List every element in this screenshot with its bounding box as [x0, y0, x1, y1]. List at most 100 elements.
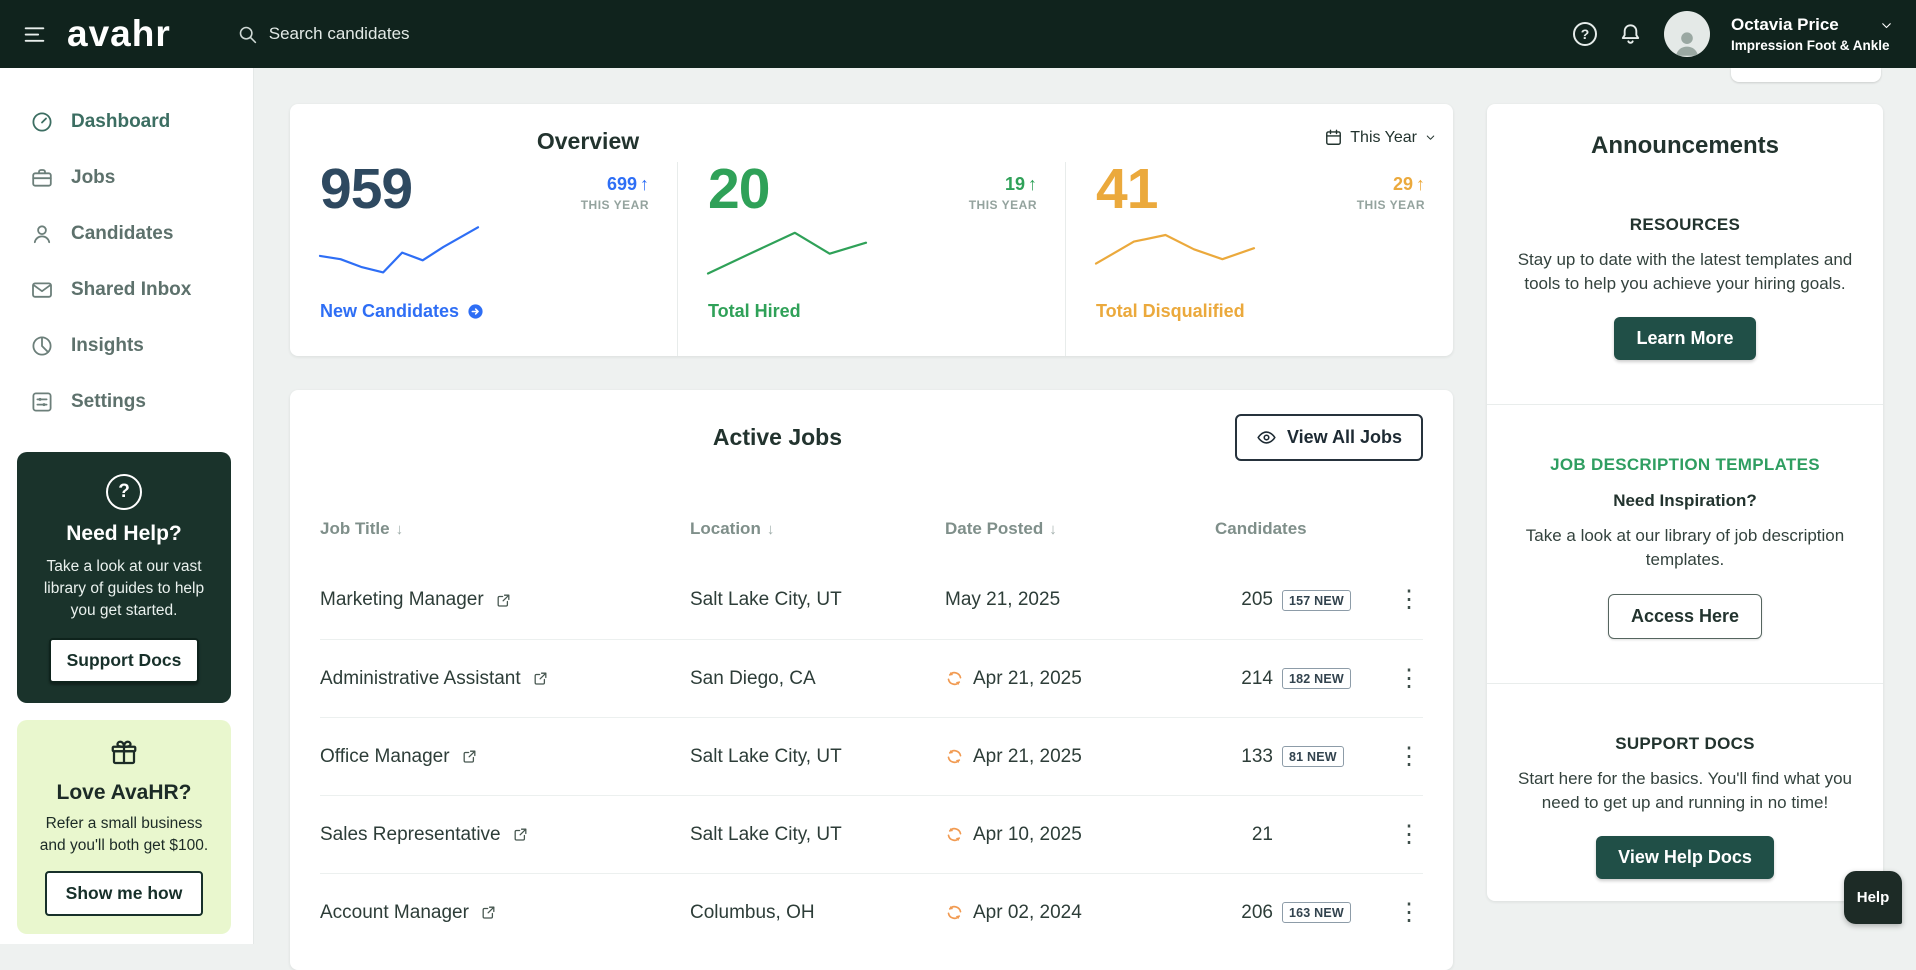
- external-link-icon[interactable]: [461, 748, 478, 765]
- support-docs-button[interactable]: Support Docs: [48, 638, 200, 683]
- sidebar-item-settings[interactable]: Settings: [0, 374, 253, 430]
- sidebar-item-label: Dashboard: [71, 111, 171, 132]
- active-jobs-title: Active Jobs: [712, 424, 843, 450]
- support-heading: SUPPORT DOCS: [1615, 733, 1755, 753]
- app-logo[interactable]: avahr: [67, 13, 171, 55]
- sidebar-item-insights[interactable]: Insights: [0, 318, 253, 374]
- external-link-icon[interactable]: [495, 592, 512, 609]
- job-title: Account Manager: [320, 901, 469, 923]
- sparkline-chart: [320, 224, 478, 279]
- job-title-cell[interactable]: Administrative Assistant: [320, 668, 690, 690]
- scrolled-button-partial[interactable]: [1731, 68, 1881, 82]
- table-row: Office Manager Salt Lake City, UT Apr 21…: [320, 717, 1423, 795]
- period-label: This Year: [1350, 128, 1417, 146]
- support-section: SUPPORT DOCS Start here for the basics. …: [1517, 734, 1853, 879]
- search-bar[interactable]: [237, 24, 609, 45]
- announcements-title: Announcements: [1590, 132, 1779, 159]
- date-text: Apr 10, 2025: [973, 823, 1082, 845]
- stat-delta: 699: [581, 174, 649, 195]
- sidebar-item-candidates[interactable]: Candidates: [0, 206, 253, 262]
- access-here-button[interactable]: Access Here: [1607, 593, 1763, 639]
- stat-delta-caption: THIS YEAR: [580, 198, 649, 212]
- external-link-icon[interactable]: [512, 826, 529, 843]
- envelope-icon: [30, 278, 54, 302]
- stat-value: 959: [320, 157, 413, 221]
- external-link-icon[interactable]: [480, 904, 497, 921]
- table-row: Administrative Assistant San Diego, CA A…: [320, 639, 1423, 717]
- stat-label-text: Total Disqualified: [1096, 301, 1245, 322]
- notifications-bell-icon[interactable]: [1618, 22, 1643, 47]
- divider: [1487, 404, 1883, 406]
- overview-stats: 959 699 THIS YEAR New Candidates 20 19 T…: [290, 157, 1453, 356]
- candidates-cell: 133 81 NEW: [1215, 746, 1387, 768]
- location-cell: Columbus, OH: [690, 901, 815, 923]
- sparkline-chart: [708, 224, 866, 279]
- sidebar-item-jobs[interactable]: Jobs: [0, 150, 253, 206]
- dashboard-icon: [30, 110, 54, 134]
- candidate-count: 133: [1241, 745, 1273, 767]
- learn-more-button[interactable]: Learn More: [1614, 317, 1756, 361]
- briefcase-icon: [30, 166, 54, 190]
- candidates-cell: 214 182 NEW: [1215, 668, 1387, 690]
- topbar-right: Octavia Price Impression Foot & Ankle: [1573, 11, 1894, 57]
- column-date-posted[interactable]: Date Posted: [945, 519, 1215, 539]
- stat-total-disqualified: 41 29 THIS YEAR Total Disqualified: [1065, 157, 1453, 356]
- refresh-icon: [945, 903, 964, 922]
- calendar-icon: [1324, 128, 1343, 147]
- help-icon[interactable]: [1573, 22, 1597, 46]
- new-badge: 182 NEW: [1282, 668, 1351, 689]
- show-me-how-button[interactable]: Show me how: [44, 871, 204, 916]
- help-fab-button[interactable]: Help: [1844, 871, 1902, 924]
- date-posted-cell: Apr 21, 2025: [945, 668, 1215, 690]
- job-title: Sales Representative: [320, 823, 501, 845]
- view-all-jobs-button[interactable]: View All Jobs: [1234, 414, 1423, 461]
- refresh-icon: [945, 669, 964, 688]
- pie-chart-icon: [30, 334, 54, 358]
- date-posted-cell: Apr 02, 2024: [945, 902, 1215, 924]
- user-menu[interactable]: Octavia Price Impression Foot & Ankle: [1731, 15, 1894, 53]
- sidebar-item-label: Shared Inbox: [71, 279, 192, 300]
- jobs-table-body: Marketing Manager Salt Lake City, UT May…: [320, 561, 1423, 951]
- sidebar-item-dashboard[interactable]: Dashboard: [0, 94, 253, 150]
- sparkline-chart: [1096, 224, 1254, 279]
- sort-desc-icon: [767, 519, 775, 539]
- sidebar-item-label: Candidates: [71, 223, 174, 244]
- stat-value: 41: [1096, 157, 1158, 221]
- kebab-menu[interactable]: [1387, 743, 1431, 771]
- candidate-count: 21: [1251, 823, 1273, 845]
- candidates-cell: 206 163 NEW: [1215, 902, 1387, 924]
- sidebar-item-shared-inbox[interactable]: Shared Inbox: [0, 262, 253, 318]
- chevron-down-icon[interactable]: [1879, 18, 1894, 33]
- external-link-icon[interactable]: [532, 670, 549, 687]
- column-job-title[interactable]: Job Title: [320, 519, 690, 539]
- overview-card: Overview This Year 959 699 THIS YEAR New…: [290, 104, 1453, 356]
- view-help-docs-button[interactable]: View Help Docs: [1596, 835, 1774, 879]
- candidates-cell: 21: [1215, 824, 1387, 846]
- kebab-menu[interactable]: [1387, 665, 1431, 693]
- new-candidates-link[interactable]: New Candidates: [320, 301, 484, 322]
- kebab-menu[interactable]: [1387, 821, 1431, 849]
- kebab-menu[interactable]: [1387, 586, 1431, 614]
- stat-delta-caption: THIS YEAR: [968, 198, 1037, 212]
- help-card-body: Take a look at our vast library of guide…: [43, 558, 205, 619]
- kebab-menu[interactable]: [1387, 899, 1431, 927]
- job-title-cell[interactable]: Sales Representative: [320, 824, 690, 846]
- templates-heading: JOB DESCRIPTION TEMPLATES: [1550, 455, 1820, 475]
- overview-title: Overview: [536, 128, 640, 154]
- job-title-cell[interactable]: Marketing Manager: [320, 589, 690, 611]
- refresh-icon: [945, 747, 964, 766]
- search-input[interactable]: [268, 24, 609, 44]
- stat-label-text: Total Hired: [708, 301, 801, 322]
- sidebar-item-label: Insights: [71, 335, 144, 356]
- job-title-cell[interactable]: Account Manager: [320, 902, 690, 924]
- period-selector[interactable]: This Year: [1324, 128, 1437, 147]
- menu-icon[interactable]: [22, 22, 47, 47]
- total-hired-label: Total Hired: [708, 301, 801, 322]
- column-location[interactable]: Location: [690, 519, 945, 539]
- user-name: Octavia Price: [1731, 15, 1839, 34]
- avatar[interactable]: [1664, 11, 1710, 57]
- need-help-card: Need Help? Take a look at our vast libra…: [17, 452, 231, 703]
- referral-card: Love AvaHR? Refer a small business and y…: [17, 720, 231, 934]
- job-title-cell[interactable]: Office Manager: [320, 746, 690, 768]
- divider: [1487, 682, 1883, 684]
